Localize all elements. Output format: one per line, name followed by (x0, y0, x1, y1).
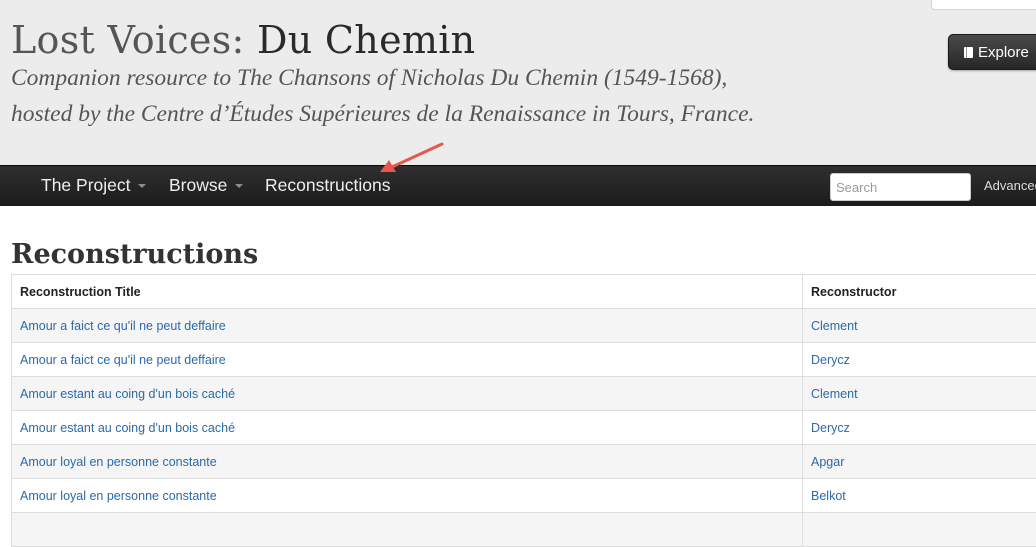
site-subtitle-line2: hosted by the Centre d’Études Supérieure… (11, 99, 754, 129)
site-title-light: Lost Voices: (11, 18, 257, 62)
site-subtitle-line1: Companion resource to The Chansons of Ni… (11, 63, 727, 93)
reconstruction-title-link[interactable]: Amour loyal en personne constante (12, 445, 803, 479)
table-row: Amour loyal en personne constante Apgar (12, 445, 1036, 479)
reconstruction-title-link[interactable] (12, 513, 803, 547)
nav-item-label: Browse (169, 175, 227, 195)
reconstructor-link[interactable]: Clement (803, 377, 1036, 411)
table-row: Amour loyal en personne constante Belkot (12, 479, 1036, 513)
book-icon (964, 47, 973, 58)
reconstruction-title-link[interactable]: Amour a faict ce qu'il ne peut deffaire (12, 309, 803, 343)
reconstruction-title-link[interactable]: Amour estant au coing d'un bois caché (12, 377, 803, 411)
reconstructor-link[interactable]: Clement (803, 309, 1036, 343)
table-row (12, 513, 1036, 547)
site-title[interactable]: Lost Voices: Du Chemin (11, 14, 475, 66)
explore-button-label: Explore (978, 44, 1029, 61)
nav-item-the-project[interactable]: The Project (41, 166, 146, 206)
reconstruction-title-link[interactable]: Amour a faict ce qu'il ne peut deffaire (12, 343, 803, 377)
reconstructor-link[interactable] (803, 513, 1036, 547)
table-row: Amour estant au coing d'un bois caché Cl… (12, 377, 1036, 411)
reconstructor-link[interactable]: Apgar (803, 445, 1036, 479)
site-header: Lost Voices: Du Chemin Companion resourc… (0, 0, 1036, 165)
reconstructor-link[interactable]: Belkot (803, 479, 1036, 513)
reconstructions-table: Reconstruction Title Reconstructor Amour… (11, 274, 1036, 547)
page-title: Reconstructions (11, 236, 258, 274)
site-title-strong: Du Chemin (257, 18, 475, 62)
column-header-reconstruction-title[interactable]: Reconstruction Title (12, 275, 803, 309)
table-header-row: Reconstruction Title Reconstructor (12, 275, 1036, 309)
column-header-reconstructor[interactable]: Reconstructor (803, 275, 1036, 309)
annotation-arrow-icon (370, 136, 450, 180)
table-row: Amour estant au coing d'un bois caché De… (12, 411, 1036, 445)
caret-down-icon (235, 184, 243, 188)
table-row: Amour a faict ce qu'il ne peut deffaire … (12, 309, 1036, 343)
top-input-edge[interactable] (931, 0, 1036, 10)
nav-item-browse[interactable]: Browse (169, 166, 243, 206)
nav-item-label: The Project (41, 175, 130, 195)
reconstructor-link[interactable]: Derycz (803, 343, 1036, 377)
reconstruction-title-link[interactable]: Amour estant au coing d'un bois caché (12, 411, 803, 445)
advanced-search-link[interactable]: Advanced (984, 166, 1036, 206)
arrow-shaft (392, 144, 442, 167)
reconstruction-title-link[interactable]: Amour loyal en personne constante (12, 479, 803, 513)
caret-down-icon (138, 184, 146, 188)
main-navbar: The Project Browse Reconstructions Advan… (0, 165, 1036, 206)
explore-button[interactable]: Explore (948, 34, 1036, 70)
table-row: Amour a faict ce qu'il ne peut deffaire … (12, 343, 1036, 377)
search-input[interactable] (830, 173, 971, 201)
reconstructor-link[interactable]: Derycz (803, 411, 1036, 445)
